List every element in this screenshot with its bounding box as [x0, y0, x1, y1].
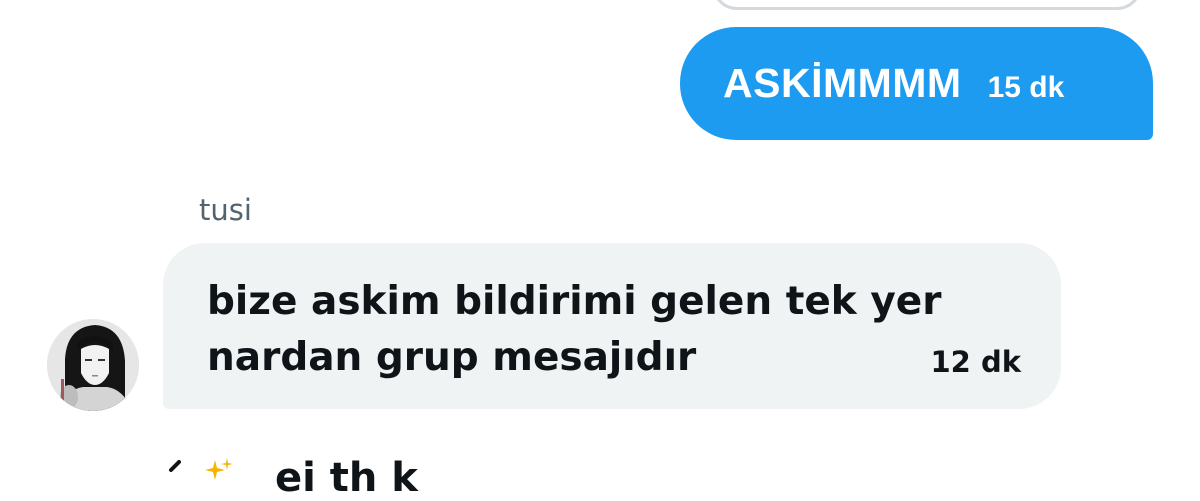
- profile-avatar-image: [47, 319, 139, 411]
- sender-avatar[interactable]: [47, 319, 139, 411]
- received-message-time: 12 dk: [930, 345, 1022, 379]
- next-conversation-row[interactable]: ei th k: [165, 458, 418, 498]
- sent-message-bubble[interactable]: ASKİMMMM 15 dk: [680, 27, 1153, 140]
- sent-message-text: ASKİMMMM: [723, 60, 962, 106]
- sender-name: tusi: [199, 193, 252, 227]
- received-message-bubble[interactable]: bize askim bildirimi gelen tek yer narda…: [163, 243, 1061, 409]
- received-message-line-2: nardan grup mesajıdır: [207, 335, 697, 380]
- previous-message-bubble: [712, 0, 1142, 10]
- sparkle-emoji-icon: [205, 458, 233, 480]
- sent-message-time: 15 dk: [987, 70, 1065, 104]
- chevron-left-icon: [169, 460, 181, 472]
- received-message-line-1: bize askim bildirimi gelen tek yer: [207, 279, 942, 324]
- next-row-partial-text: ei th k: [275, 455, 418, 501]
